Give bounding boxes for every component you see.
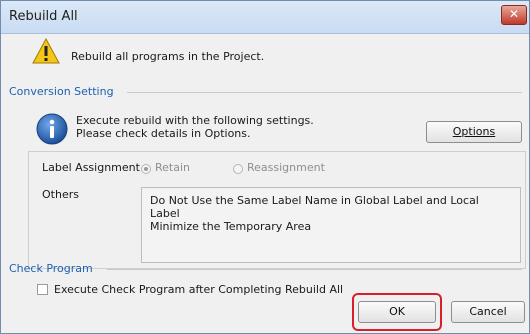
cancel-button[interactable]: Cancel xyxy=(451,301,525,323)
close-button[interactable]: ✕ xyxy=(501,5,527,25)
others-text-box: Do Not Use the Same Label Name in Global… xyxy=(141,187,521,263)
check-program-label: Execute Check Program after Completing R… xyxy=(54,283,344,296)
ok-button[interactable]: OK xyxy=(358,301,436,323)
info-icon xyxy=(36,113,68,145)
options-button[interactable]: Options xyxy=(426,121,522,143)
ok-button-label: OK xyxy=(389,305,405,318)
conversion-message-line1: Execute rebuild with the following setti… xyxy=(76,114,314,127)
radio-reassignment-label: Reassignment xyxy=(247,161,325,174)
conversion-message: Execute rebuild with the following setti… xyxy=(76,114,314,140)
section-divider xyxy=(107,269,522,270)
others-line: Do Not Use the Same Label Name in Global… xyxy=(150,194,479,220)
close-icon: ✕ xyxy=(508,7,520,21)
label-assignment-label: Label Assignment xyxy=(42,161,140,174)
radio-reassignment[interactable] xyxy=(233,164,243,174)
rebuild-all-dialog: Rebuild All ✕ Rebuild all programs in th… xyxy=(0,0,530,334)
others-label: Others xyxy=(42,188,79,201)
others-line: Minimize the Temporary Area xyxy=(150,220,312,233)
conversion-message-line2: Please check details in Options. xyxy=(76,127,251,140)
section-title-check-program: Check Program xyxy=(9,262,93,275)
dialog-title: Rebuild All xyxy=(9,9,78,24)
options-button-label: Options xyxy=(452,125,496,138)
section-divider xyxy=(127,92,522,93)
header-message: Rebuild all programs in the Project. xyxy=(71,50,265,63)
section-title-conversion: Conversion Setting xyxy=(9,85,114,98)
title-bar: Rebuild All ✕ xyxy=(1,1,529,34)
check-program-checkbox[interactable] xyxy=(37,284,48,295)
cancel-button-label: Cancel xyxy=(469,305,507,318)
radio-retain-label: Retain xyxy=(155,161,190,174)
warning-icon xyxy=(32,37,60,64)
radio-retain[interactable] xyxy=(141,164,151,174)
